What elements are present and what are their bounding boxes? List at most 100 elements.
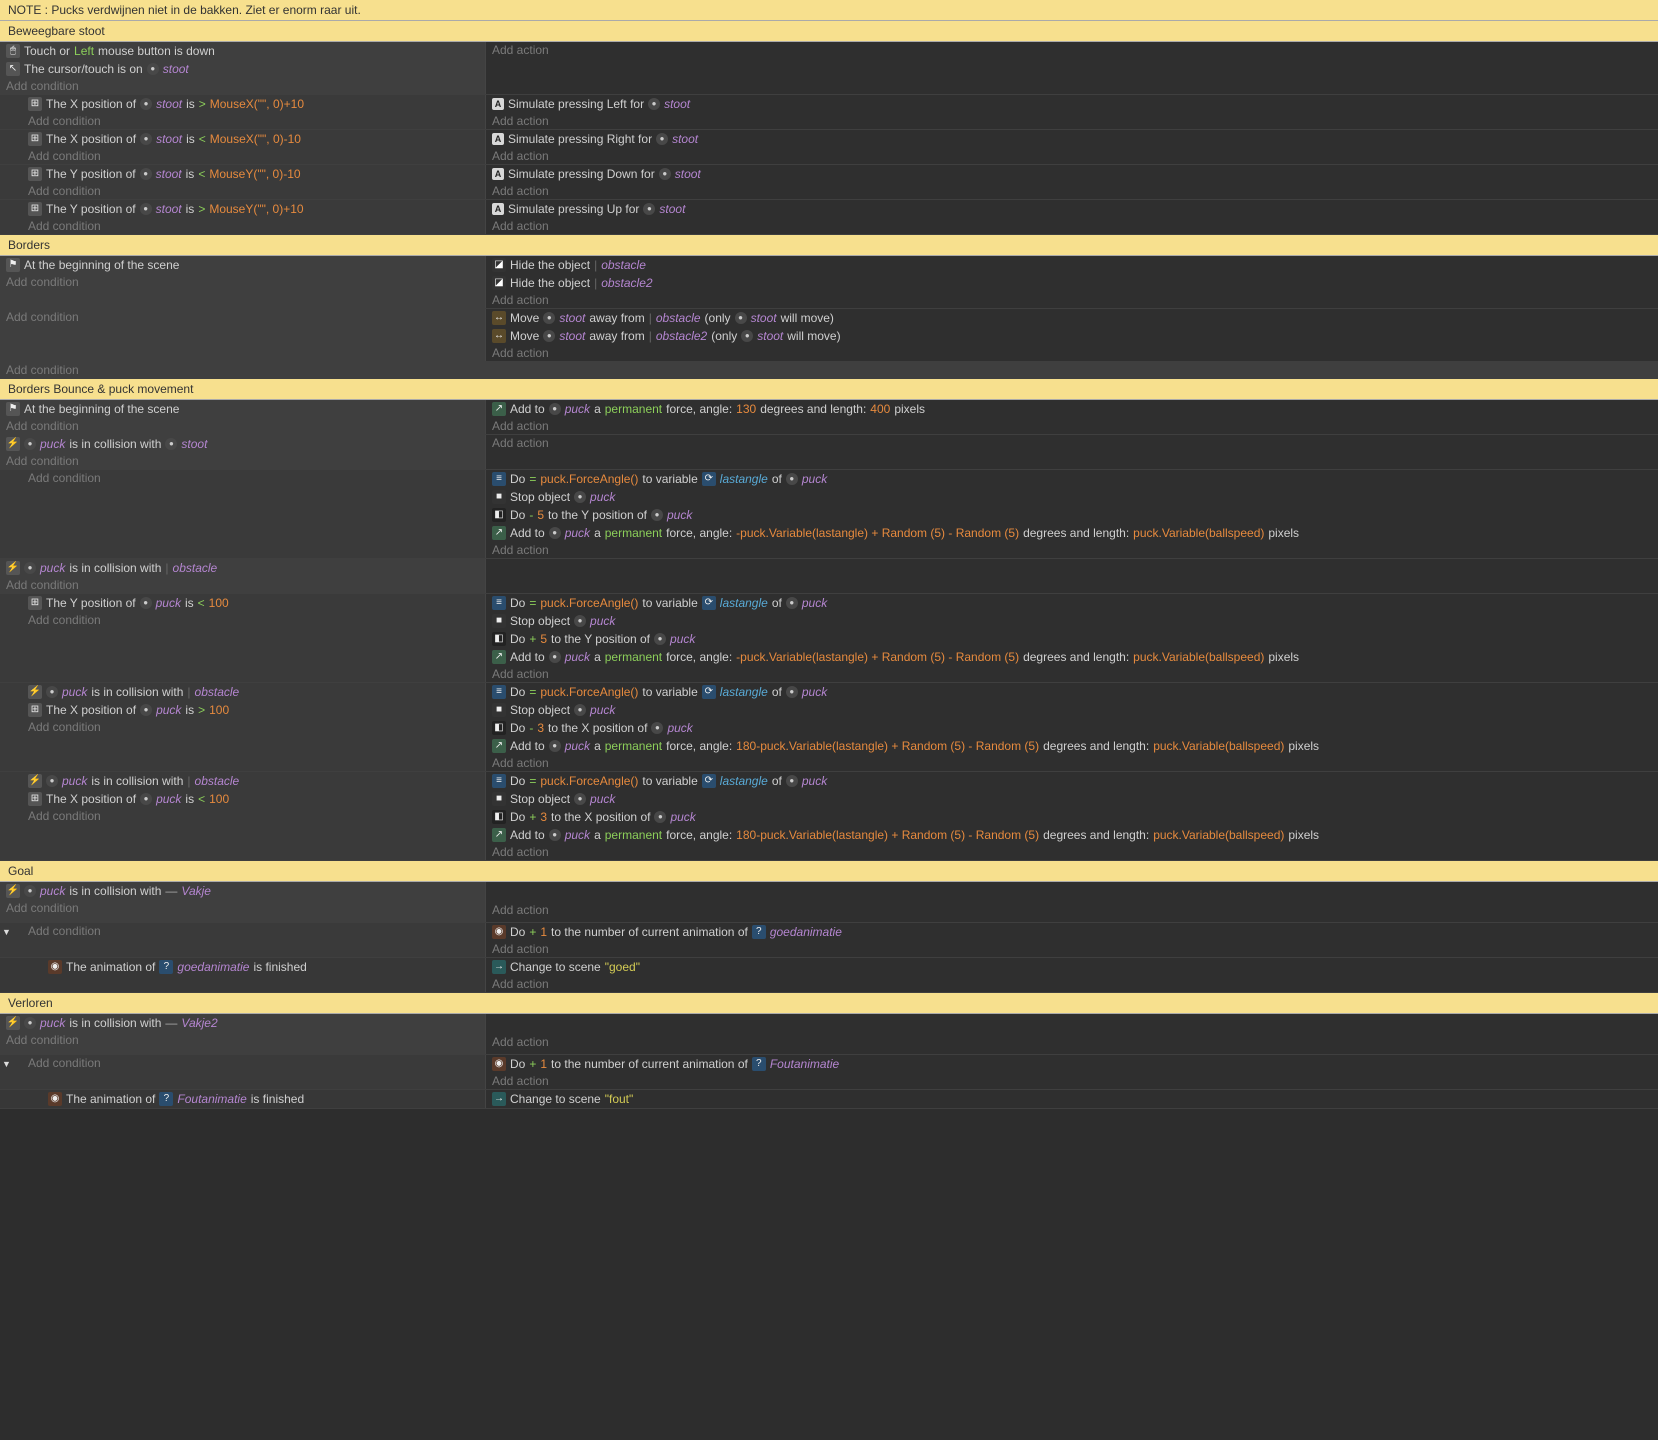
event-row[interactable]: ⚡ ● puck is in collision with | obstacle… [0, 772, 1658, 861]
action-stop[interactable]: ■ Stop object ● puck [486, 701, 1658, 719]
event-row[interactable]: Add condition ≡ Do = puck.ForceAngle() t… [0, 470, 1658, 559]
event-row[interactable]: ▼ Add condition ◉ Do + 1 to the number o… [0, 1055, 1658, 1090]
action-sim-right[interactable]: A Simulate pressing Right for ● stoot [486, 130, 1658, 148]
add-condition[interactable]: Add condition [0, 1032, 485, 1048]
action-do-var[interactable]: ≡ Do = puck.ForceAngle() to variable ⟳ l… [486, 683, 1658, 701]
condition-collision-stoot[interactable]: ⚡ ● puck is in collision with ● stoot [0, 435, 485, 453]
action-do-anim-plus1[interactable]: ◉ Do + 1 to the number of current animat… [486, 923, 1658, 941]
condition-x-lt[interactable]: ⊞ The X position of ● stoot is < MouseX(… [0, 130, 485, 148]
event-row[interactable]: ⊞ The Y position of ● stoot is > MouseY(… [0, 200, 1658, 235]
add-condition[interactable]: Add condition [0, 612, 485, 628]
action-add-force-180[interactable]: ↗ Add to ● puck a permanent force, angle… [486, 826, 1658, 844]
condition-x-gt[interactable]: ⊞ The X position of ● stoot is > MouseX(… [0, 95, 485, 113]
event-row[interactable]: ⊞ The Y position of ● puck is < 100 Add … [0, 594, 1658, 683]
add-action[interactable]: Add action [486, 1034, 1658, 1050]
event-row[interactable]: ⚡ ● puck is in collision with | obstacle… [0, 683, 1658, 772]
add-condition[interactable]: Add condition [0, 148, 485, 164]
condition-anim-finished[interactable]: ◉ The animation of ? goedanimatie is fin… [0, 958, 485, 976]
action-sim-left[interactable]: A Simulate pressing Left for ● stoot [486, 95, 1658, 113]
add-condition[interactable]: Add condition [0, 719, 485, 735]
action-do-var[interactable]: ≡ Do = puck.ForceAngle() to variable ⟳ l… [486, 772, 1658, 790]
add-condition[interactable]: Add condition [0, 362, 1658, 378]
event-row-empty[interactable]: Add condition [0, 362, 1658, 379]
condition-touch[interactable]: 🖱 Touch or Left mouse button is down [0, 42, 485, 60]
add-condition[interactable]: Add condition [0, 418, 485, 434]
add-condition[interactable]: Add condition [0, 577, 485, 593]
event-row[interactable]: 🖱 Touch or Left mouse button is down ↖ T… [0, 42, 1658, 95]
add-action[interactable]: Add action [486, 113, 1658, 129]
add-condition[interactable]: Add condition [0, 808, 485, 824]
action-change-scene-fout[interactable]: → Change to scene "fout" [486, 1090, 1658, 1108]
event-row[interactable]: ⊞ The Y position of ● stoot is < MouseY(… [0, 165, 1658, 200]
add-action[interactable]: Add action [486, 666, 1658, 682]
action-sim-up[interactable]: A Simulate pressing Up for ● stoot [486, 200, 1658, 218]
group-verloren[interactable]: Verloren [0, 993, 1658, 1014]
add-action[interactable]: Add action [486, 941, 1658, 957]
add-action[interactable]: Add action [486, 148, 1658, 164]
condition-y-lt[interactable]: ⊞ The Y position of ● stoot is < MouseY(… [0, 165, 485, 183]
action-stop[interactable]: ■ Stop object ● puck [486, 612, 1658, 630]
group-borders[interactable]: Borders [0, 235, 1658, 256]
add-action[interactable]: Add action [486, 292, 1658, 308]
condition-begin-scene[interactable]: ⚑ At the beginning of the scene [0, 400, 485, 418]
event-row[interactable]: ⊞ The X position of ● stoot is < MouseX(… [0, 130, 1658, 165]
action-stop[interactable]: ■ Stop object ● puck [486, 790, 1658, 808]
condition-xpos-lt100[interactable]: ⊞ The X position of ● puck is < 100 [0, 790, 485, 808]
condition-collision-obstacle[interactable]: ⚡ ● puck is in collision with | obstacle [0, 772, 485, 790]
add-action[interactable]: Add action [486, 183, 1658, 199]
add-action[interactable]: Add action [486, 844, 1658, 860]
action-move-away2[interactable]: ↔ Move ● stoot away from | obstacle2 (on… [486, 327, 1658, 345]
event-row[interactable]: ⚑ At the beginning of the scene Add cond… [0, 400, 1658, 435]
add-condition[interactable]: Add condition [0, 453, 485, 469]
add-condition[interactable]: Add condition [0, 923, 485, 939]
event-row[interactable]: ◉ The animation of ? Foutanimatie is fin… [0, 1090, 1658, 1109]
action-sim-down[interactable]: A Simulate pressing Down for ● stoot [486, 165, 1658, 183]
action-hide-obstacle2[interactable]: ◪ Hide the object | obstacle2 [486, 274, 1658, 292]
group-goal[interactable]: Goal [0, 861, 1658, 882]
event-row[interactable]: ◉ The animation of ? goedanimatie is fin… [0, 958, 1658, 993]
add-condition[interactable]: Add condition [0, 218, 485, 234]
add-condition[interactable]: Add condition [0, 309, 485, 325]
group-beweegbare-stoot[interactable]: Beweegbare stoot [0, 21, 1658, 42]
event-row[interactable]: ▼ Add condition ◉ Do + 1 to the number o… [0, 923, 1658, 958]
add-action[interactable]: Add action [486, 435, 1658, 451]
condition-y-gt[interactable]: ⊞ The Y position of ● stoot is > MouseY(… [0, 200, 485, 218]
action-do-var[interactable]: ≡ Do = puck.ForceAngle() to variable ⟳ l… [486, 594, 1658, 612]
group-bounce[interactable]: Borders Bounce & puck movement [0, 379, 1658, 400]
action-add-force-neg[interactable]: ↗ Add to ● puck a permanent force, angle… [486, 524, 1658, 542]
condition-xpos-gt100[interactable]: ⊞ The X position of ● puck is > 100 [0, 701, 485, 719]
condition-begin-scene[interactable]: ⚑ At the beginning of the scene [0, 256, 485, 274]
action-ypos-minus5[interactable]: ◧ Do - 5 to the Y position of ● puck [486, 506, 1658, 524]
action-stop[interactable]: ■ Stop object ● puck [486, 488, 1658, 506]
action-change-scene-goed[interactable]: → Change to scene "goed" [486, 958, 1658, 976]
condition-collision-vakje[interactable]: ⚡ ● puck is in collision with — Vakje [0, 882, 485, 900]
action-add-force-neg[interactable]: ↗ Add to ● puck a permanent force, angle… [486, 648, 1658, 666]
action-hide-obstacle[interactable]: ◪ Hide the object | obstacle [486, 256, 1658, 274]
add-action[interactable]: Add action [486, 755, 1658, 771]
add-action[interactable]: Add action [486, 418, 1658, 434]
condition-collision-vakje2[interactable]: ⚡ ● puck is in collision with — Vakje2 [0, 1014, 485, 1032]
collapse-chevron-icon[interactable]: ▼ [2, 1059, 11, 1069]
event-row[interactable]: Add condition ↔ Move ● stoot away from |… [0, 309, 1658, 362]
action-xpos-plus3[interactable]: ◧ Do + 3 to the X position of ● puck [486, 808, 1658, 826]
event-row[interactable]: ⚡ ● puck is in collision with | obstacle… [0, 559, 1658, 594]
condition-cursor-on[interactable]: ↖ The cursor/touch is on ● stoot [0, 60, 485, 78]
condition-ypos-lt100[interactable]: ⊞ The Y position of ● puck is < 100 [0, 594, 485, 612]
event-row[interactable]: ⚡ ● puck is in collision with — Vakje Ad… [0, 882, 1658, 923]
add-condition[interactable]: Add condition [0, 900, 485, 916]
action-add-force-180[interactable]: ↗ Add to ● puck a permanent force, angle… [486, 737, 1658, 755]
event-row[interactable]: ⚑ At the beginning of the scene Add cond… [0, 256, 1658, 309]
add-condition[interactable]: Add condition [0, 470, 485, 486]
add-action[interactable]: Add action [486, 1073, 1658, 1089]
add-action[interactable]: Add action [486, 542, 1658, 558]
condition-collision-obstacle[interactable]: ⚡ ● puck is in collision with | obstacle [0, 683, 485, 701]
action-do-anim-plus1[interactable]: ◉ Do + 1 to the number of current animat… [486, 1055, 1658, 1073]
action-move-away[interactable]: ↔ Move ● stoot away from | obstacle (onl… [486, 309, 1658, 327]
condition-anim-finished[interactable]: ◉ The animation of ? Foutanimatie is fin… [0, 1090, 485, 1108]
action-do-var[interactable]: ≡ Do = puck.ForceAngle() to variable ⟳ l… [486, 470, 1658, 488]
add-action[interactable]: Add action [486, 218, 1658, 234]
action-add-force-130[interactable]: ↗ Add to ● puck a permanent force, angle… [486, 400, 1658, 418]
add-action[interactable]: Add action [486, 345, 1658, 361]
collapse-chevron-icon[interactable]: ▼ [2, 927, 11, 937]
add-condition[interactable]: Add condition [0, 274, 485, 290]
